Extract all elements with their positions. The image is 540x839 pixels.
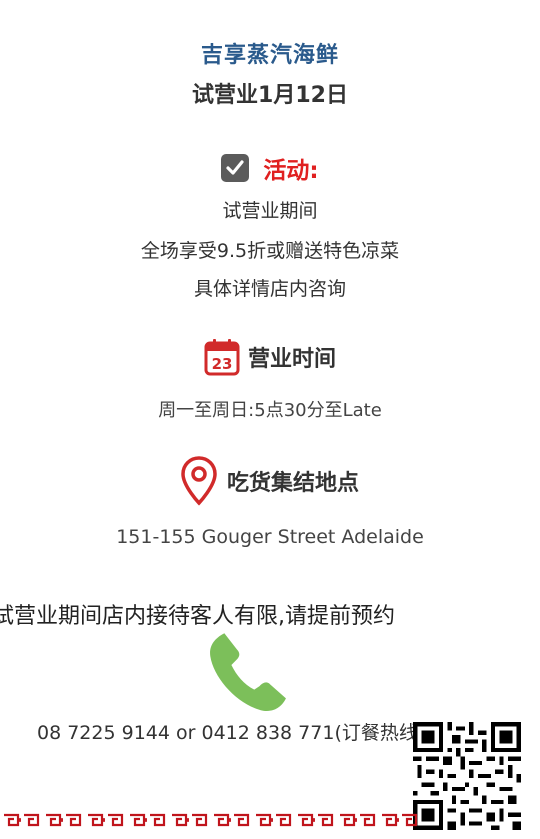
activity-line-1: 试营业期间 [222, 200, 318, 222]
calendar-icon: 23 [204, 339, 240, 376]
calendar-day: 23 [212, 355, 233, 373]
location-heading: 吃货集结地点 [0, 454, 540, 508]
hours-text: 周一至周日:5点30分至Late [158, 400, 382, 421]
qr-code-icon[interactable] [413, 722, 521, 830]
activity-line-3: 具体详情店内咨询 [193, 278, 346, 300]
map-pin-icon [181, 456, 217, 506]
restaurant-title: 吉享蒸汽海鲜 [200, 43, 339, 68]
address: 151-155 Gouger Street Adelaide [116, 526, 424, 548]
opening-date: 试营业1月12日 [192, 83, 348, 108]
phone-icon [210, 633, 286, 711]
decorative-border [0, 809, 420, 831]
activity-line-2: 全场享受9.5折或赠送特色凉菜 [140, 240, 400, 262]
activity-heading: 活动: [0, 150, 540, 186]
hours-label: 营业时间 [247, 347, 336, 372]
activity-label: 活动: [263, 158, 319, 184]
checkbox-checked-icon [221, 154, 250, 182]
reservation-notice: 试营业期间店内接待客人有限,请提前预约 [0, 604, 395, 629]
hours-heading: 23 营业时间 [0, 336, 540, 378]
phone-numbers[interactable]: 08 7225 9144 or 0412 838 771(订餐热线) [37, 718, 425, 745]
location-label: 吃货集结地点 [226, 471, 359, 496]
